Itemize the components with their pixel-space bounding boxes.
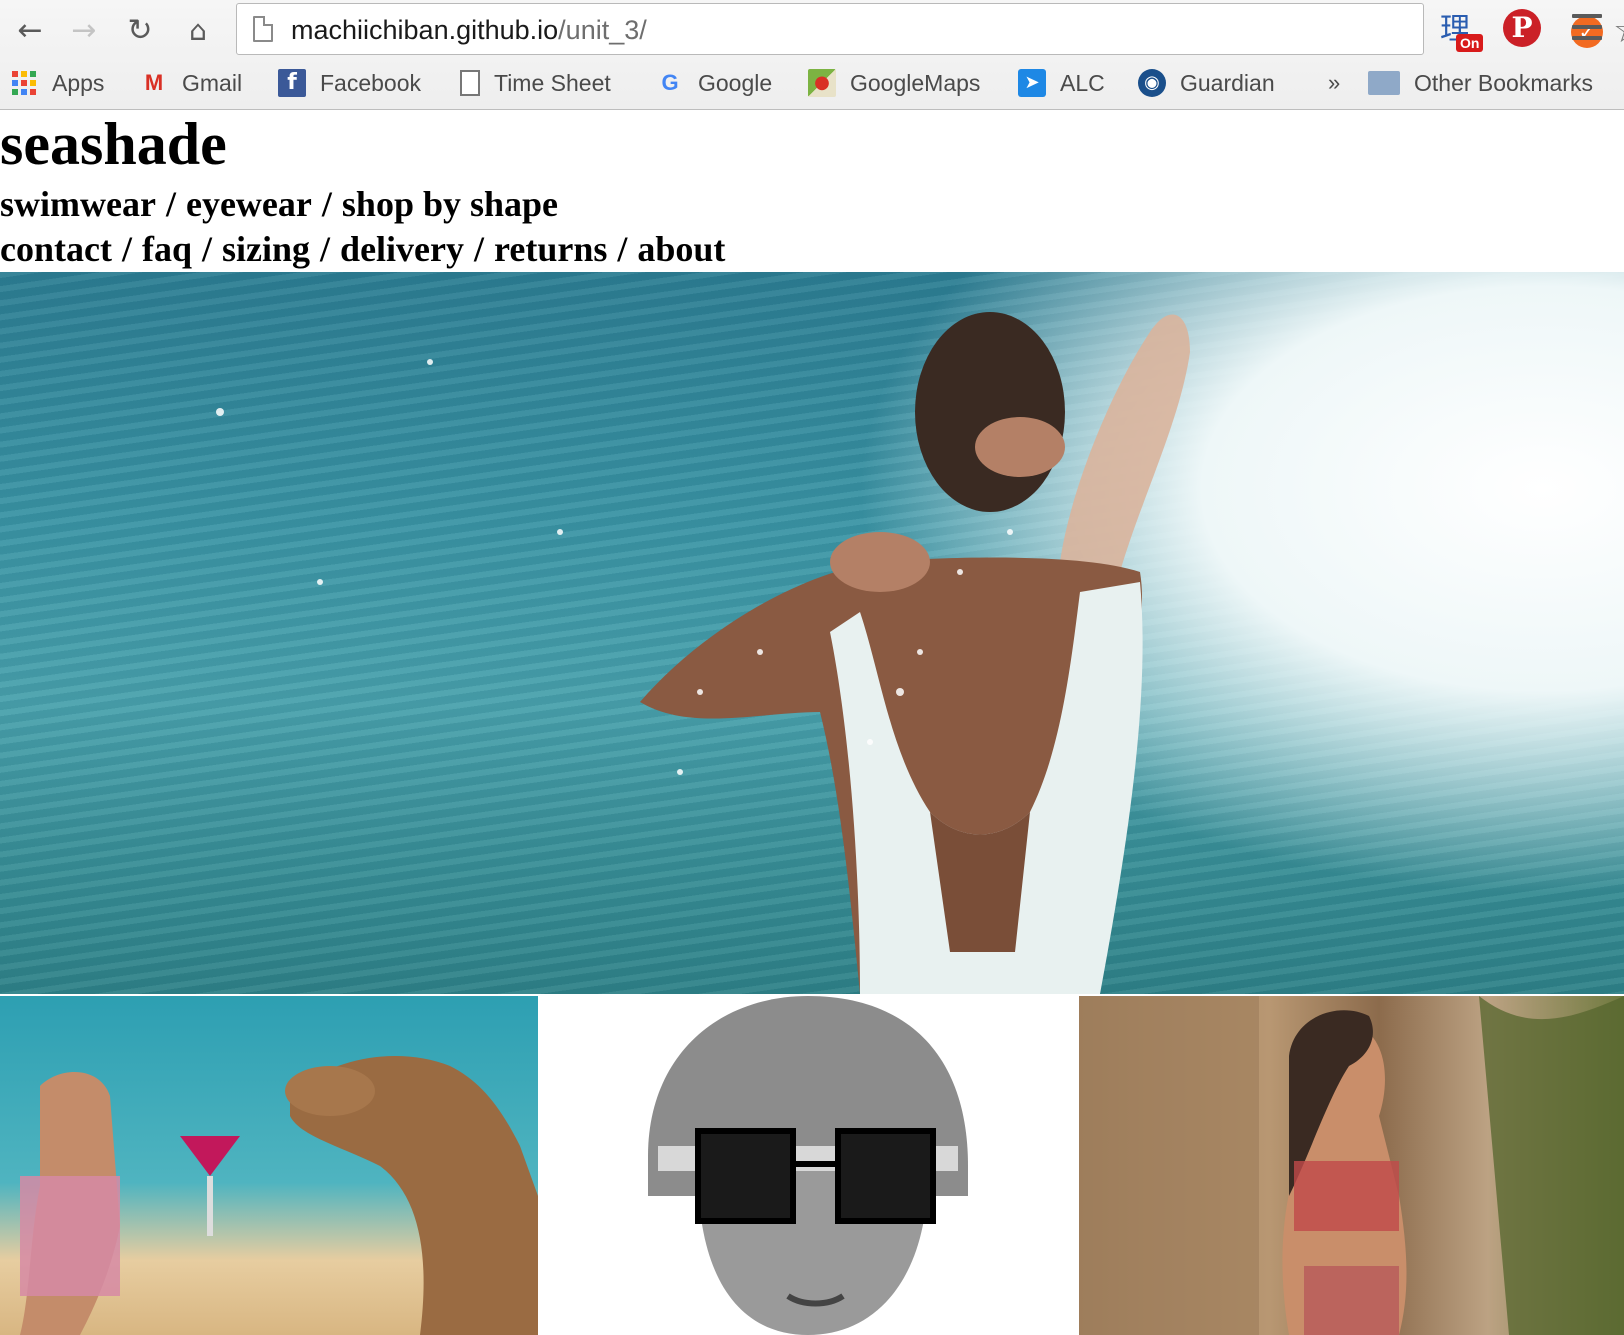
bookmark-guardian[interactable]: ◉ Guardian: [1138, 66, 1275, 100]
rikaikun-extension-icon[interactable]: 理 On: [1440, 4, 1488, 56]
bookmark-label: Time Sheet: [494, 69, 611, 96]
guardian-icon: ◉: [1138, 69, 1166, 97]
nav-link-about[interactable]: about: [637, 229, 725, 269]
nav-separator: /: [165, 184, 176, 224]
bookmark-gmail[interactable]: M Gmail: [140, 66, 242, 100]
bookmarks-bar: Apps M Gmail f Facebook Time Sheet G Goo…: [0, 60, 1624, 106]
menu-icon[interactable]: [1572, 14, 1602, 42]
nav-link-returns[interactable]: returns: [494, 229, 607, 269]
back-arrow-icon[interactable]: ←: [8, 10, 52, 50]
google-maps-icon: ●: [808, 69, 836, 97]
tile-swimwear-camel[interactable]: [0, 996, 538, 1335]
reload-icon[interactable]: ↻: [118, 10, 162, 50]
bookmark-alc[interactable]: ➤ ALC: [1018, 66, 1105, 100]
nav-link-contact[interactable]: contact: [0, 229, 112, 269]
bookmark-facebook[interactable]: f Facebook: [278, 66, 421, 100]
bookmark-apps[interactable]: Apps: [12, 66, 104, 100]
alc-icon: ➤: [1018, 69, 1046, 97]
page-icon: [253, 16, 273, 42]
bookmarks-overflow-chevron[interactable]: »: [1328, 66, 1340, 100]
bookmark-label: Guardian: [1180, 69, 1275, 96]
home-icon[interactable]: ⌂: [176, 10, 220, 50]
nav-link-swimwear[interactable]: swimwear: [0, 184, 156, 224]
nav-separator: /: [617, 229, 628, 269]
hero-image: [0, 272, 1624, 994]
palm-portrait-illustration: [1079, 996, 1624, 1335]
hero-figure-illustration: [216, 312, 1190, 994]
bookmark-googlemaps[interactable]: ● GoogleMaps: [808, 66, 980, 100]
bookmark-google[interactable]: G Google: [656, 66, 772, 100]
url-path: /unit_3/: [558, 15, 647, 45]
site-title[interactable]: seashade: [0, 114, 227, 174]
tile-shop-by-shape[interactable]: [1079, 996, 1624, 1335]
nav-link-faq[interactable]: faq: [142, 229, 192, 269]
nav-link-eyewear[interactable]: eyewear: [186, 184, 312, 224]
nav-link-shop-by-shape[interactable]: shop by shape: [342, 184, 558, 224]
eyewear-portrait-illustration: [648, 996, 968, 1335]
document-icon: [460, 70, 480, 96]
pinterest-icon[interactable]: P: [1503, 9, 1541, 47]
nav-link-sizing[interactable]: sizing: [222, 229, 310, 269]
browser-toolbar: ← → ↻ ⌂ machiichiban.github.io/unit_3/ ✓…: [0, 0, 1624, 110]
url-text[interactable]: machiichiban.github.io/unit_3/: [291, 15, 647, 46]
secondary-nav: contact / faq / sizing / delivery / returns / abou…: [0, 231, 725, 267]
address-bar[interactable]: machiichiban.github.io/unit_3/ ✓ ☆: [236, 3, 1624, 55]
nav-separator: /: [121, 229, 132, 269]
bookmark-label: GoogleMaps: [850, 69, 981, 96]
nav-link-delivery[interactable]: delivery: [340, 229, 464, 269]
bookmark-label: ALC: [1060, 69, 1105, 96]
extension-badge: On: [1456, 34, 1484, 52]
bookmark-label: Other Bookmarks: [1414, 69, 1593, 96]
bookmark-label: Gmail: [182, 69, 243, 96]
forward-arrow-icon[interactable]: →: [62, 10, 106, 50]
nav-separator: /: [320, 229, 331, 269]
facebook-icon: f: [278, 69, 306, 97]
bookmark-label: Facebook: [320, 69, 422, 96]
camel-scene-illustration: [20, 1056, 538, 1335]
tile-eyewear-portrait[interactable]: [538, 996, 1079, 1335]
gmail-icon: M: [144, 70, 164, 95]
bookmark-star-icon[interactable]: ☆: [1613, 10, 1624, 51]
bookmark-time-sheet[interactable]: Time Sheet: [460, 66, 611, 100]
folder-icon: [1368, 71, 1400, 95]
bookmark-label: Google: [698, 69, 773, 96]
bookmark-other-bookmarks[interactable]: Other Bookmarks: [1368, 66, 1593, 100]
nav-separator: /: [321, 184, 332, 224]
web-page: seashade swimwear / eyewear / shop by shape …: [0, 110, 1624, 1335]
google-icon: G: [661, 70, 679, 95]
bookmark-label: Apps: [52, 69, 105, 96]
nav-separator: /: [474, 229, 485, 269]
url-host: machiichiban.github.io: [291, 15, 559, 45]
apps-grid-icon: [12, 71, 36, 95]
primary-nav: swimwear / eyewear / shop by shape: [0, 186, 558, 222]
nav-separator: /: [202, 229, 213, 269]
